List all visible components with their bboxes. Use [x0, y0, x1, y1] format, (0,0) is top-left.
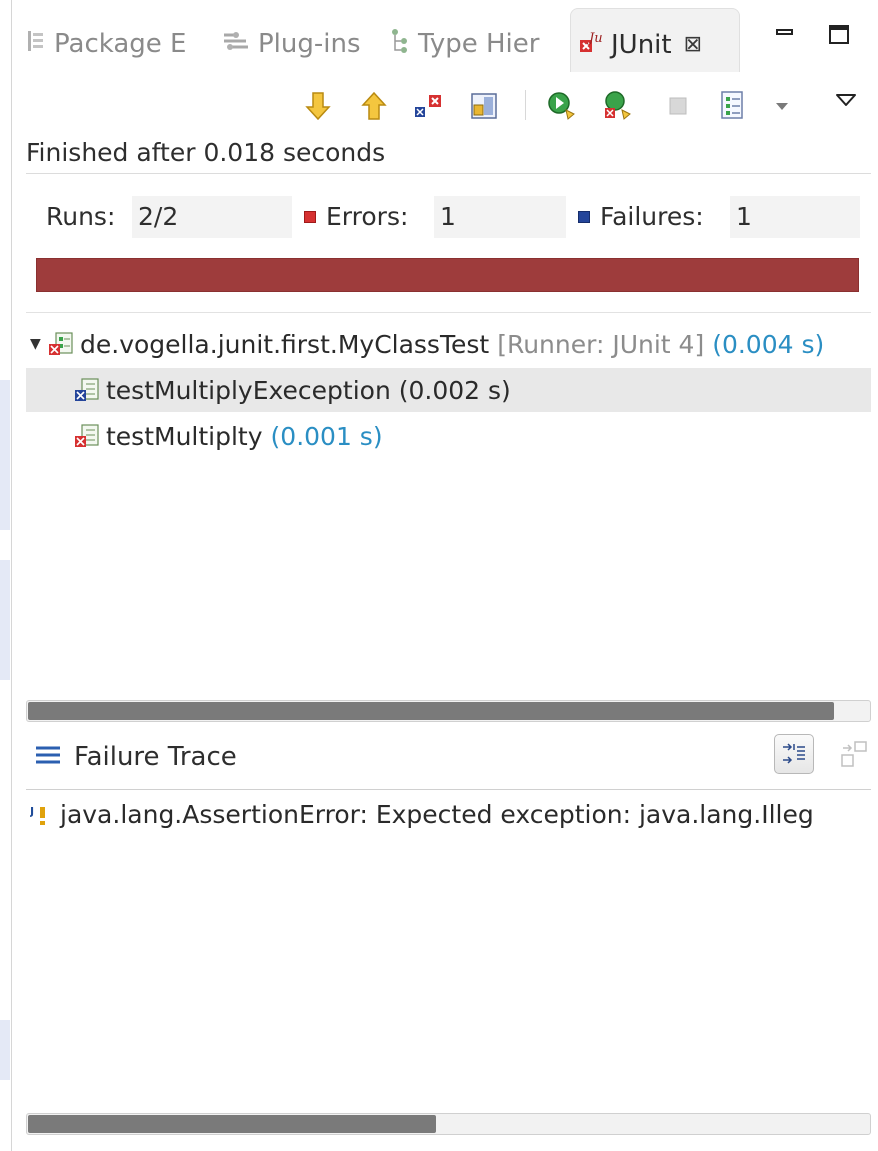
package-explorer-icon — [26, 29, 46, 59]
expand-twisty-icon[interactable]: ▼ — [30, 336, 48, 352]
show-failures-only-icon[interactable] — [412, 86, 444, 126]
test-progress-bar — [36, 258, 859, 292]
errors-label: Errors: — [326, 202, 409, 231]
scrollbar-thumb[interactable] — [28, 1115, 436, 1133]
tab-label: Package E — [54, 29, 187, 59]
window-edge — [0, 1020, 10, 1080]
error-icon — [304, 210, 316, 223]
tab-plug-ins[interactable]: Plug-ins — [222, 22, 361, 66]
stop-icon[interactable] — [662, 86, 694, 126]
compare-icon — [841, 741, 867, 767]
test-suite-error-icon — [48, 331, 74, 357]
previous-failure-icon[interactable] — [358, 86, 390, 126]
test-tree[interactable]: ▼ de.vogella.junit.first.MyClassTest [Ru… — [26, 322, 871, 692]
failure-icon — [578, 210, 590, 223]
failures-counter: Failures: — [578, 202, 704, 231]
tree-test-row[interactable]: testMultiplyExeception (0.002 s) — [26, 368, 871, 412]
junit-toolbar — [12, 86, 878, 134]
test-run-history-icon[interactable] — [716, 86, 748, 126]
failures-value: 1 — [730, 196, 860, 238]
runs-value: 2/2 — [132, 196, 292, 238]
tree-test-row[interactable]: testMultiplty (0.001 s) — [26, 414, 871, 458]
window-edge — [0, 560, 10, 680]
trace-text: java.lang.AssertionError: Expected excep… — [60, 800, 814, 829]
close-icon[interactable]: ⊠ — [684, 32, 702, 57]
toolbar-separator — [525, 90, 526, 120]
tab-type-hierarchy[interactable]: Type Hier — [390, 22, 539, 66]
failure-trace-title: Failure Trace — [74, 742, 237, 772]
divider — [26, 789, 871, 790]
junit-failure-icon: J — [30, 803, 52, 827]
tab-package-explorer[interactable]: Package E — [26, 22, 186, 66]
test-time: (0.001 s) — [270, 421, 383, 451]
window-edge — [0, 380, 10, 530]
errors-value: 1 — [434, 196, 566, 238]
run-status-text: Finished after 0.018 seconds — [26, 138, 386, 167]
test-name: testMultiplty — [106, 421, 263, 451]
compare-result-button[interactable] — [834, 734, 874, 774]
tab-junit[interactable]: Ju JUnit ⊠ — [570, 8, 740, 72]
rerun-failed-first-icon[interactable] — [602, 86, 634, 126]
tree-horizontal-scrollbar[interactable] — [26, 700, 871, 722]
type-hierarchy-icon — [390, 28, 410, 61]
history-dropdown-icon[interactable] — [766, 86, 798, 126]
next-failure-icon[interactable] — [302, 86, 334, 126]
svg-text:J: J — [30, 805, 34, 818]
scrollbar-thumb[interactable] — [28, 702, 834, 720]
junit-view-panel: Package E Plug-ins Type Hier Ju JUnit ⊠ — [11, 0, 878, 1151]
divider — [26, 312, 871, 313]
tree-suite-row[interactable]: ▼ de.vogella.junit.first.MyClassTest [Ru… — [26, 322, 871, 366]
tab-label: JUnit — [611, 29, 672, 60]
trace-horizontal-scrollbar[interactable] — [26, 1113, 871, 1135]
view-tab-strip: Package E Plug-ins Type Hier Ju JUnit ⊠ — [12, 0, 878, 78]
filter-stack-icon — [783, 743, 805, 764]
filter-stack-trace-button[interactable] — [774, 734, 814, 774]
failures-label: Failures: — [600, 202, 704, 231]
test-error-icon — [74, 423, 100, 449]
suite-runner: [Runner: JUnit 4] — [497, 329, 705, 359]
maximize-icon[interactable] — [828, 24, 850, 52]
view-menu-icon[interactable] — [830, 80, 862, 120]
tab-label: Type Hier — [418, 29, 540, 59]
plugins-icon — [222, 29, 250, 60]
failure-trace-header: Failure Trace — [26, 734, 871, 786]
failure-trace-line[interactable]: J java.lang.AssertionError: Expected exc… — [30, 800, 871, 829]
errors-counter: Errors: — [304, 202, 408, 231]
svg-text:Ju: Ju — [586, 31, 603, 46]
tab-label: Plug-ins — [258, 29, 361, 59]
minimize-icon[interactable] — [776, 24, 794, 52]
suite-time: (0.004 s) — [712, 329, 825, 359]
rerun-test-icon[interactable] — [546, 86, 578, 126]
test-counters: Runs: 2/2 Errors: 1 Failures: 1 — [34, 196, 860, 238]
divider — [26, 173, 871, 174]
stack-trace-icon — [34, 744, 62, 772]
runs-label: Runs: — [46, 202, 116, 231]
test-name: testMultiplyExeception (0.002 s) — [106, 375, 511, 405]
test-failure-icon — [74, 377, 100, 403]
junit-icon: Ju — [579, 28, 603, 61]
scroll-lock-icon[interactable] — [468, 86, 500, 126]
suite-name: de.vogella.junit.first.MyClassTest — [80, 329, 490, 359]
